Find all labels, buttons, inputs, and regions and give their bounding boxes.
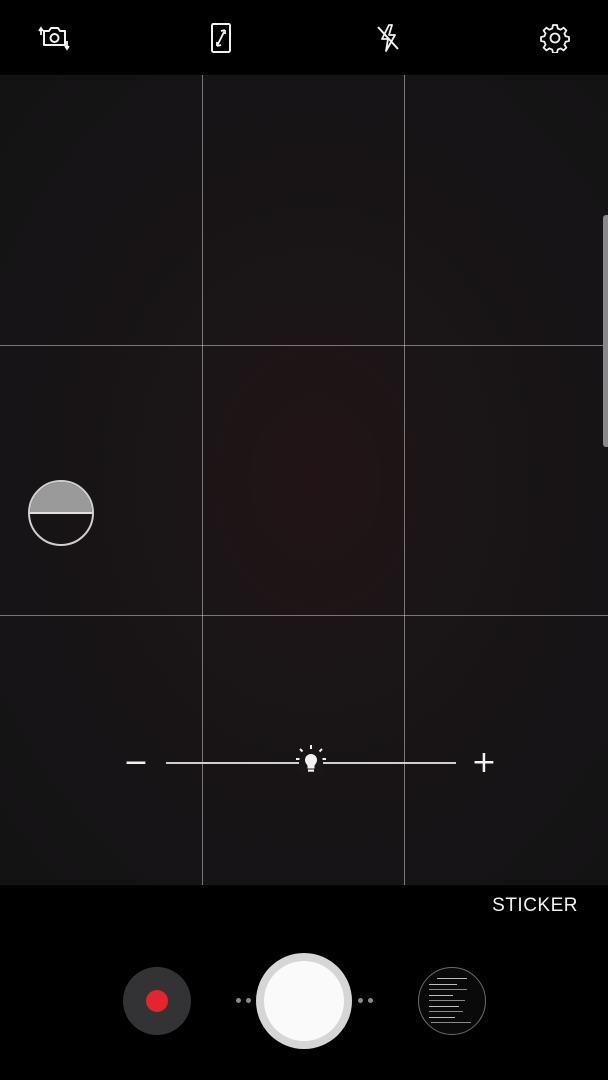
mode-dots-left [236, 998, 256, 1004]
mode-dot [246, 998, 251, 1003]
settings-gear-icon [540, 24, 570, 53]
thumb-line [437, 978, 467, 979]
camera-viewfinder[interactable]: − + [0, 75, 608, 885]
mode-toggle-divider [30, 512, 92, 514]
aspect-ratio-button[interactable] [201, 18, 241, 58]
grid-line [0, 345, 608, 346]
thumb-line [429, 989, 467, 990]
mode-dot [368, 998, 373, 1003]
record-video-icon [146, 990, 168, 1012]
thumb-line [429, 1011, 463, 1012]
switch-camera-icon [38, 26, 70, 51]
thumb-line [429, 1006, 459, 1007]
light-bulb-icon [296, 745, 326, 774]
exposure-plus-button[interactable]: + [468, 740, 500, 786]
thumb-line [431, 1022, 471, 1023]
mode-dot [236, 998, 241, 1003]
shutter-icon [264, 961, 344, 1041]
mode-toggle-button[interactable] [28, 480, 94, 546]
thumb-line [429, 1017, 455, 1018]
record-video-button[interactable] [123, 967, 191, 1035]
shutter-button[interactable] [256, 953, 352, 1049]
camera-screen: − + STICKER [0, 0, 608, 1080]
sticker-button[interactable]: STICKER [492, 895, 578, 917]
gallery-thumbnail[interactable] [418, 967, 486, 1035]
grid-line [0, 615, 608, 616]
thumb-line [429, 1000, 465, 1001]
mode-dot [358, 998, 363, 1003]
settings-button[interactable] [535, 18, 575, 58]
edge-panel-handle[interactable] [603, 215, 608, 447]
thumb-line [429, 984, 457, 985]
bottom-controls: STICKER [0, 885, 608, 1080]
flash-off-icon [377, 24, 399, 52]
exposure-slider[interactable]: − + [120, 740, 500, 786]
switch-camera-button[interactable] [34, 18, 74, 58]
mode-dots-right [358, 998, 378, 1004]
exposure-minus-button[interactable]: − [120, 740, 152, 786]
half-circle-mode-icon [30, 482, 92, 513]
top-toolbar [0, 0, 608, 75]
aspect-ratio-icon [211, 23, 231, 53]
exposure-thumb[interactable] [291, 742, 331, 782]
flash-button[interactable] [368, 18, 408, 58]
thumb-line [429, 995, 453, 996]
